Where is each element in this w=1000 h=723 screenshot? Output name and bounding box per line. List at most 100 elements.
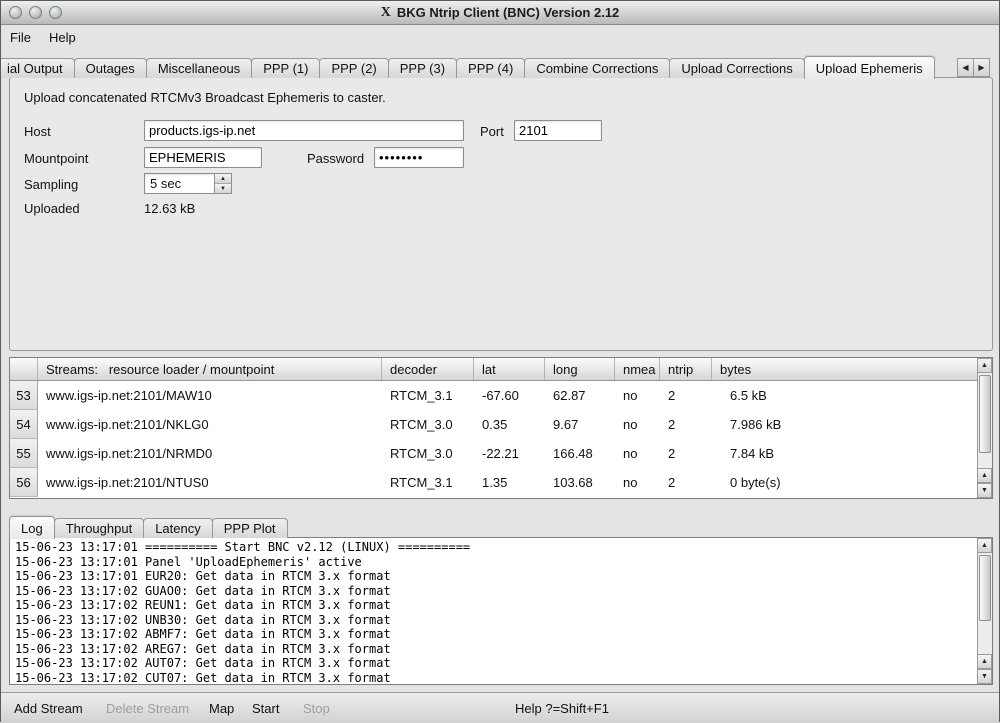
row-number[interactable]: 53	[10, 381, 38, 410]
cell-long: 103.68	[545, 468, 615, 497]
uploaded-value: 12.63 kB	[144, 201, 195, 216]
bottom-toolbar: Add Stream Delete Stream Map Start Stop …	[1, 692, 999, 723]
tab-throughput[interactable]: Throughput	[54, 518, 145, 538]
cell-bytes: 6.5 kB	[712, 381, 977, 410]
log-line: 15-06-23 13:17:01 ========== Start BNC v…	[15, 540, 974, 555]
cell-nmea: no	[615, 410, 660, 439]
menu-file[interactable]: File	[1, 28, 40, 47]
add-stream-button[interactable]: Add Stream	[14, 693, 83, 723]
cell-nmea: no	[615, 439, 660, 468]
log-line: 15-06-23 13:17:02 ABMF7: Get data in RTC…	[15, 627, 974, 642]
log-scrollbar-thumb[interactable]	[979, 555, 991, 621]
cell-mountpoint: www.igs-ip.net:2101/MAW10	[38, 381, 382, 410]
tab-ppp-1[interactable]: PPP (1)	[251, 58, 320, 78]
cell-mountpoint: www.igs-ip.net:2101/NTUS0	[38, 468, 382, 497]
map-button[interactable]: Map	[209, 693, 234, 723]
streams-scroll-down-button[interactable]: ▼	[978, 483, 992, 498]
table-row[interactable]: 55 www.igs-ip.net:2101/NRMD0 RTCM_3.0 -2…	[10, 439, 977, 468]
close-button[interactable]	[9, 6, 22, 19]
streams-scrollbar-thumb[interactable]	[979, 375, 991, 453]
down-arrow-icon: ▼	[220, 186, 226, 192]
minimize-button[interactable]	[29, 6, 42, 19]
start-button[interactable]: Start	[252, 693, 279, 723]
tab-miscellaneous[interactable]: Miscellaneous	[146, 58, 252, 78]
mountpoint-input[interactable]	[144, 147, 262, 168]
cell-long: 9.67	[545, 410, 615, 439]
tab-outages[interactable]: Outages	[74, 58, 147, 78]
cell-nmea: no	[615, 381, 660, 410]
up-arrow-icon: ▲	[220, 176, 226, 182]
tab-serial-output[interactable]: ial Output	[1, 58, 75, 78]
tab-ppp-4[interactable]: PPP (4)	[456, 58, 525, 78]
password-input[interactable]	[374, 147, 464, 168]
column-header-lat[interactable]: lat	[474, 358, 545, 380]
column-header-decoder[interactable]: decoder	[382, 358, 474, 380]
delete-stream-button[interactable]: Delete Stream	[106, 693, 189, 723]
table-row[interactable]: 54 www.igs-ip.net:2101/NKLG0 RTCM_3.0 0.…	[10, 410, 977, 439]
sampling-label: Sampling	[24, 177, 78, 192]
log-scroll-up-button[interactable]: ▲	[978, 538, 992, 553]
log-line: 15-06-23 13:17:02 AUT07: Get data in RTC…	[15, 656, 974, 671]
panel-description: Upload concatenated RTCMv3 Broadcast Eph…	[24, 90, 386, 105]
sampling-spin-down[interactable]: ▼	[215, 184, 231, 193]
tab-ppp-plot[interactable]: PPP Plot	[212, 518, 288, 538]
top-tabbar: ial Output Outages Miscellaneous PPP (1)…	[1, 55, 934, 78]
sampling-spinbox[interactable]: 5 sec ▲ ▼	[144, 173, 232, 194]
streams-scroll-up-button[interactable]: ▲	[978, 358, 992, 373]
column-header-bytes[interactable]: bytes	[712, 358, 977, 380]
column-header-nmea[interactable]: nmea	[615, 358, 660, 380]
log-line: 15-06-23 13:17:02 CUT07: Get data in RTC…	[15, 671, 974, 683]
log-scrollbar[interactable]: ▲ ▲ ▼	[977, 538, 992, 684]
table-corner	[10, 358, 38, 380]
sampling-spin-buttons: ▲ ▼	[214, 174, 231, 193]
tab-upload-ephemeris[interactable]: Upload Ephemeris	[804, 56, 935, 79]
cell-lat: 0.35	[474, 410, 545, 439]
up-arrow-icon: ▲	[981, 472, 988, 479]
cell-bytes: 7.84 kB	[712, 439, 977, 468]
zoom-button[interactable]	[49, 6, 62, 19]
row-number[interactable]: 55	[10, 439, 38, 468]
tab-upload-corrections[interactable]: Upload Corrections	[669, 58, 804, 78]
tab-latency[interactable]: Latency	[143, 518, 213, 538]
log-line: 15-06-23 13:17:01 EUR20: Get data in RTC…	[15, 569, 974, 584]
cell-long: 62.87	[545, 381, 615, 410]
table-row[interactable]: 53 www.igs-ip.net:2101/MAW10 RTCM_3.1 -6…	[10, 381, 977, 410]
cell-lat: 1.35	[474, 468, 545, 497]
cell-lat: -22.21	[474, 439, 545, 468]
tab-ppp-3[interactable]: PPP (3)	[388, 58, 457, 78]
row-number[interactable]: 54	[10, 410, 38, 439]
column-header-ntrip[interactable]: ntrip	[660, 358, 712, 380]
cell-nmea: no	[615, 468, 660, 497]
log-scroll-down-button[interactable]: ▼	[978, 669, 992, 684]
menu-help[interactable]: Help	[40, 28, 85, 47]
tab-log[interactable]: Log	[9, 516, 55, 539]
table-row[interactable]: 56 www.igs-ip.net:2101/NTUS0 RTCM_3.1 1.…	[10, 468, 977, 497]
row-number[interactable]: 56	[10, 468, 38, 497]
column-header-long[interactable]: long	[545, 358, 615, 380]
sampling-spin-up[interactable]: ▲	[215, 174, 231, 184]
host-input[interactable]	[144, 120, 464, 141]
mountpoint-label: Mountpoint	[24, 151, 88, 166]
log-line: 15-06-23 13:17:02 AREG7: Get data in RTC…	[15, 642, 974, 657]
streams-scrollbar[interactable]: ▲ ▲ ▼	[977, 358, 992, 498]
upload-ephemeris-panel: Upload concatenated RTCMv3 Broadcast Eph…	[9, 77, 993, 351]
cell-decoder: RTCM_3.0	[382, 439, 474, 468]
stop-button[interactable]: Stop	[303, 693, 330, 723]
log-line: 15-06-23 13:17:01 Panel 'UploadEphemeris…	[15, 555, 974, 570]
port-input[interactable]	[514, 120, 602, 141]
log-output[interactable]: 15-06-23 13:17:01 ========== Start BNC v…	[9, 537, 993, 685]
right-arrow-icon: ▶	[978, 63, 984, 72]
cell-ntrip: 2	[660, 468, 712, 497]
tab-combine-corrections[interactable]: Combine Corrections	[524, 58, 670, 78]
tab-ppp-2[interactable]: PPP (2)	[319, 58, 388, 78]
column-header-streams[interactable]: Streams: resource loader / mountpoint	[38, 358, 382, 380]
streams-scroll-up-button-2[interactable]: ▲	[978, 468, 992, 483]
log-scroll-up-button-2[interactable]: ▲	[978, 654, 992, 669]
tab-scroll-left-button[interactable]: ◀	[957, 58, 974, 77]
streams-table-body: 53 www.igs-ip.net:2101/MAW10 RTCM_3.1 -6…	[10, 381, 977, 497]
down-arrow-icon: ▼	[981, 673, 988, 680]
cell-mountpoint: www.igs-ip.net:2101/NRMD0	[38, 439, 382, 468]
cell-bytes: 7.986 kB	[712, 410, 977, 439]
cell-decoder: RTCM_3.1	[382, 381, 474, 410]
tab-scroll-right-button[interactable]: ▶	[973, 58, 990, 77]
